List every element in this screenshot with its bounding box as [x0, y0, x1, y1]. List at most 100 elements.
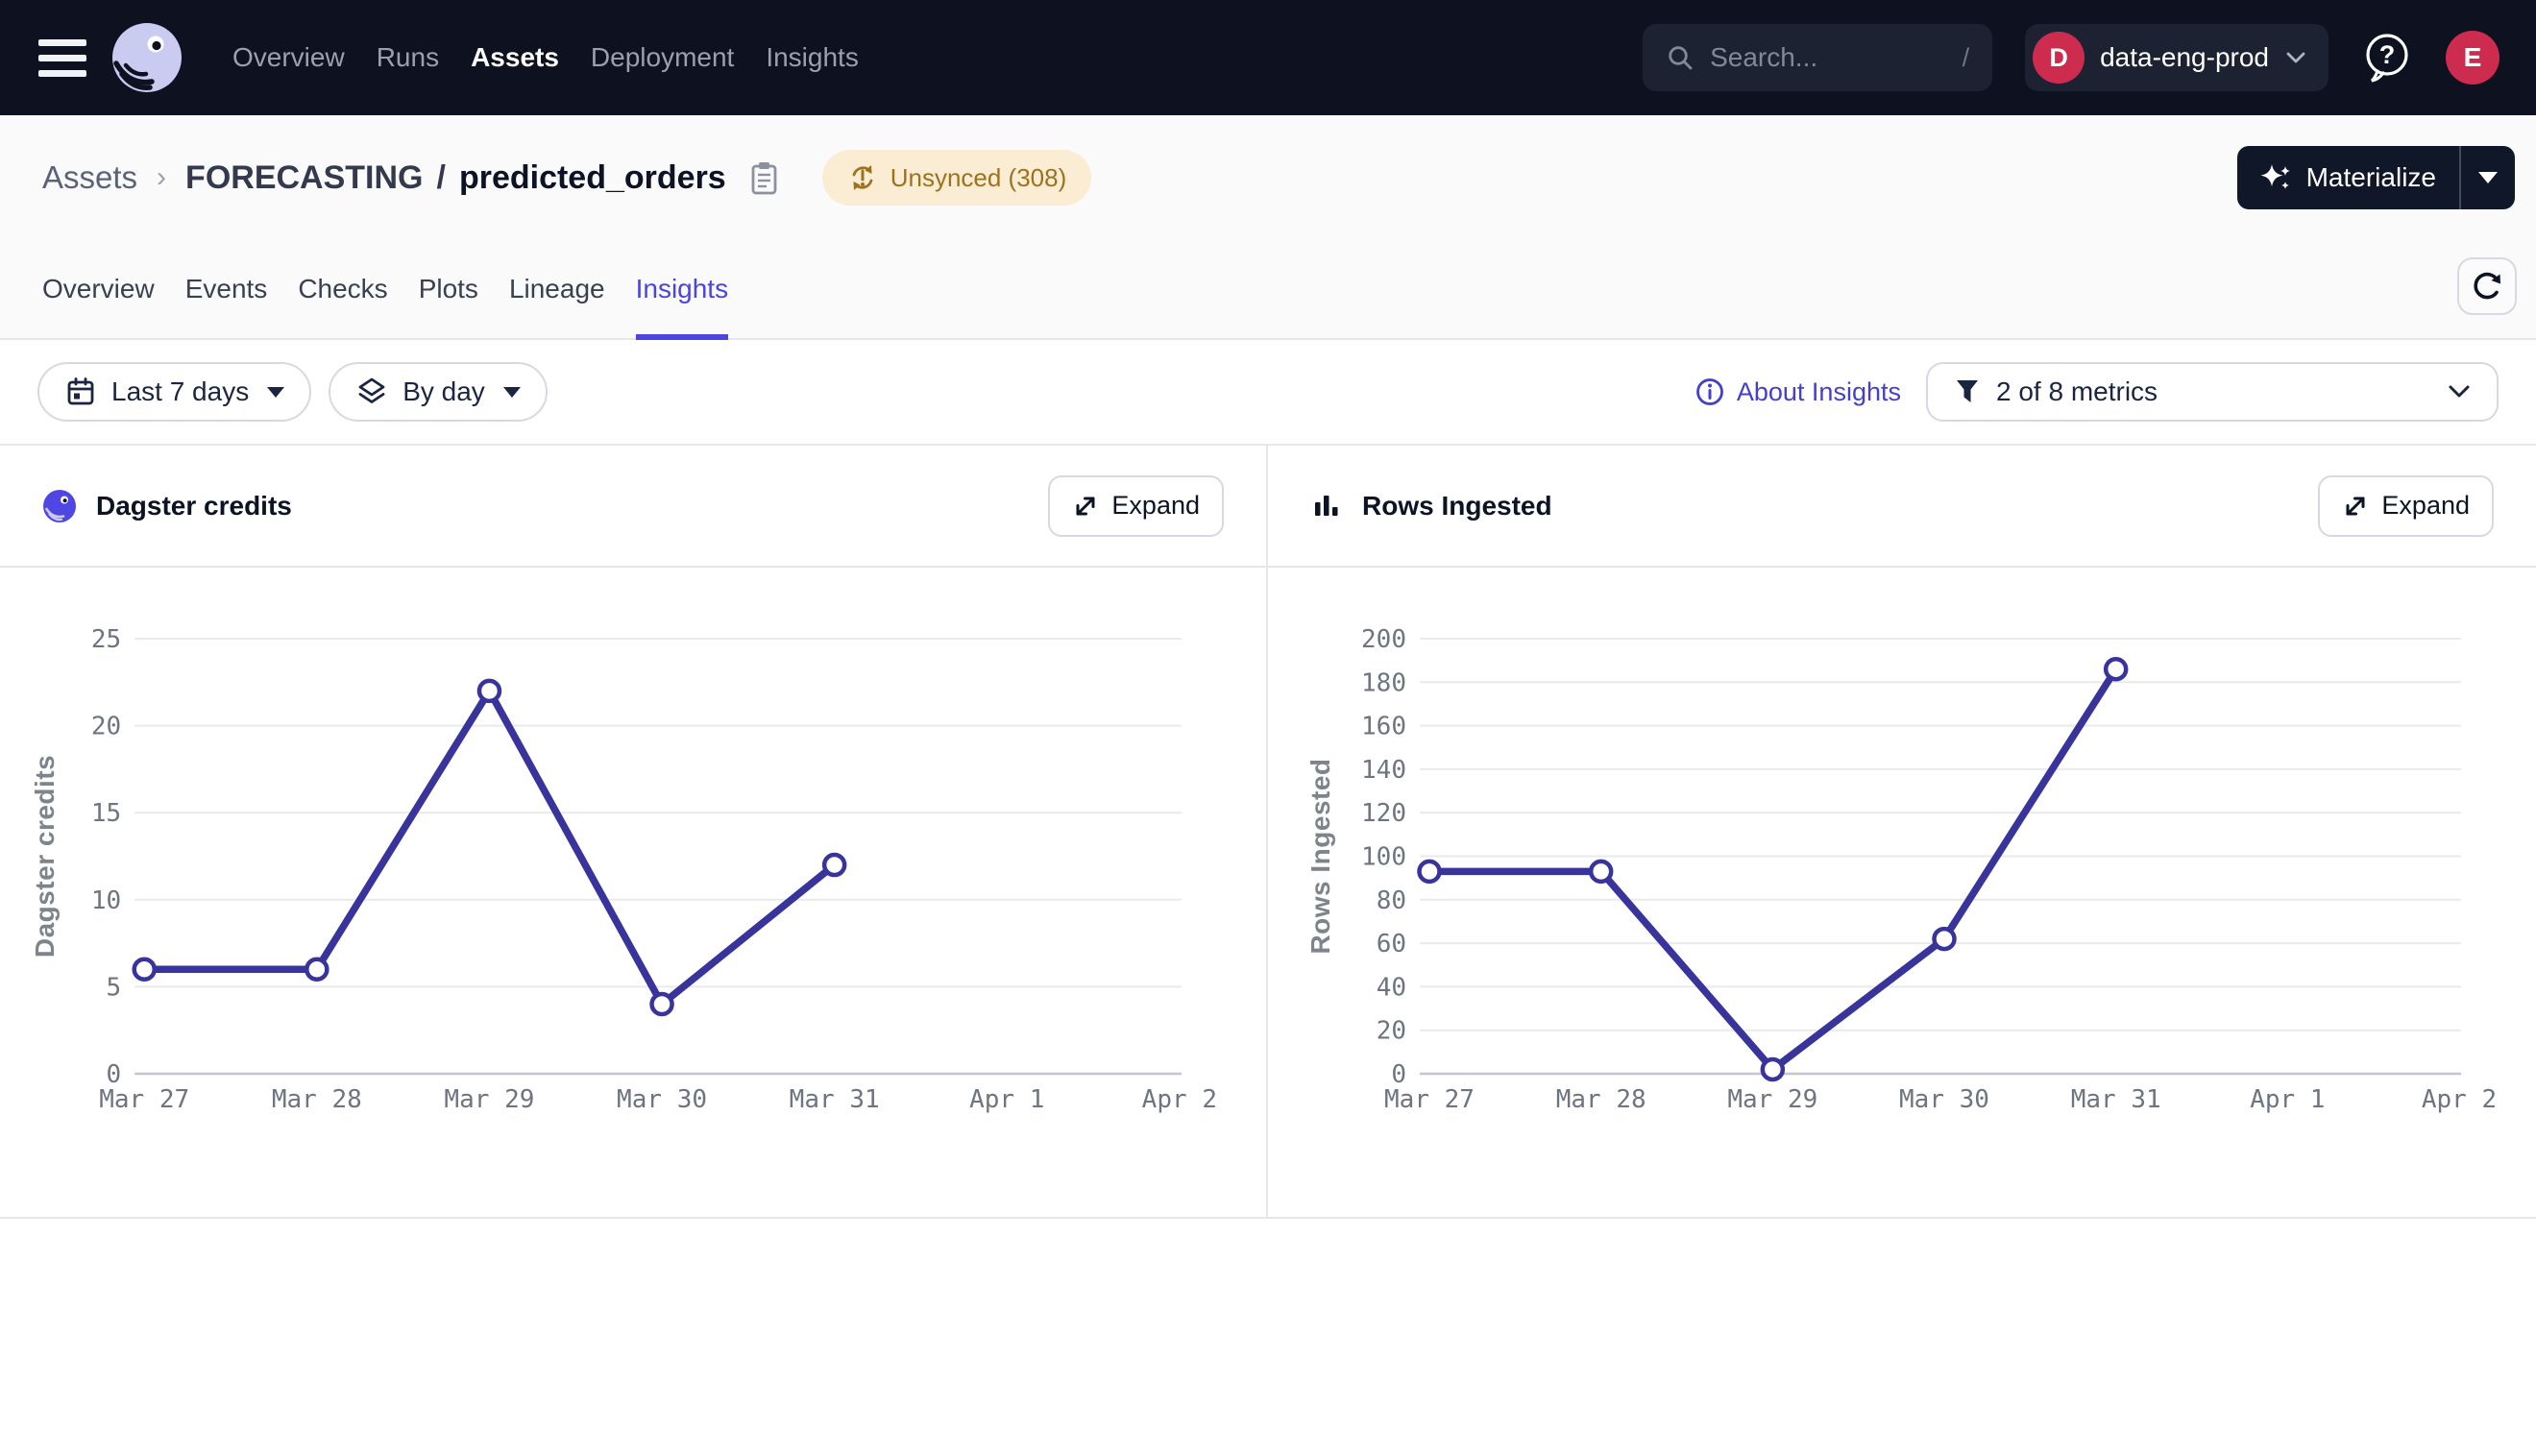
chart-panel-header: Rows Ingested Expand [1268, 446, 2536, 568]
chart-area: 0510152025Mar 27Mar 28Mar 29Mar 30Mar 31… [0, 568, 1266, 1217]
svg-text:Mar 28: Mar 28 [1556, 1085, 1646, 1114]
breadcrumb-divider: / [437, 159, 446, 197]
status-badge-label: Unsynced (308) [890, 163, 1067, 193]
time-range-label: Last 7 days [111, 376, 249, 407]
dagster-badge-icon [42, 489, 77, 523]
expand-label: Expand [2381, 491, 2470, 521]
svg-text:Mar 27: Mar 27 [1384, 1085, 1475, 1114]
svg-text:40: 40 [1377, 973, 1406, 1002]
svg-text:Mar 30: Mar 30 [1899, 1085, 1989, 1114]
about-insights-link[interactable]: About Insights [1695, 376, 1901, 407]
hamburger-icon[interactable] [38, 39, 86, 77]
svg-text:10: 10 [91, 886, 121, 915]
tab-events[interactable]: Events [185, 240, 268, 338]
svg-text:180: 180 [1361, 668, 1406, 697]
caret-down-icon [2478, 172, 2498, 183]
tab-lineage[interactable]: Lineage [509, 240, 605, 338]
svg-text:5: 5 [107, 973, 122, 1002]
expand-button[interactable]: Expand [1048, 475, 1224, 537]
breadcrumb-group-link[interactable]: FORECASTING [185, 159, 423, 197]
sparkles-icon [2258, 160, 2293, 195]
nav-right-group: Search... / D data-eng-prod ? E [1643, 24, 2499, 91]
tab-plots[interactable]: Plots [419, 240, 478, 338]
copy-asset-name-button[interactable] [747, 158, 780, 197]
materialize-split-button: Materialize [2237, 146, 2515, 209]
workspace-badge: D [2033, 32, 2085, 84]
svg-text:Apr 1: Apr 1 [969, 1085, 1044, 1114]
nav-item-assets[interactable]: Assets [471, 42, 559, 73]
svg-text:25: 25 [91, 625, 121, 654]
svg-text:Mar 29: Mar 29 [1727, 1085, 1817, 1114]
nav-item-runs[interactable]: Runs [377, 42, 439, 73]
expand-button[interactable]: Expand [2318, 475, 2494, 537]
materialize-dropdown-button[interactable] [2461, 146, 2515, 209]
tab-insights[interactable]: Insights [636, 240, 729, 338]
help-button[interactable]: ? [2361, 31, 2413, 85]
refresh-icon [2470, 269, 2504, 303]
workspace-switcher[interactable]: D data-eng-prod [2025, 24, 2329, 91]
expand-icon [2342, 493, 2369, 520]
svg-text:Mar 31: Mar 31 [790, 1085, 880, 1114]
chart-title: Dagster credits [96, 491, 292, 522]
about-insights-label: About Insights [1737, 377, 1901, 407]
breadcrumb-chevron-icon: › [157, 161, 166, 194]
granularity-label: By day [402, 376, 485, 407]
bar-chart-icon [1310, 490, 1343, 522]
time-range-filter[interactable]: Last 7 days [37, 362, 311, 422]
svg-text:20: 20 [91, 713, 121, 741]
caret-down-icon [267, 387, 284, 398]
user-avatar[interactable]: E [2446, 31, 2499, 85]
right-filter-group: About Insights 2 of 8 metrics [1695, 362, 2499, 422]
breadcrumb-assets-link[interactable]: Assets [42, 159, 137, 196]
svg-text:100: 100 [1361, 843, 1406, 872]
materialize-label: Materialize [2306, 162, 2436, 193]
tab-overview[interactable]: Overview [42, 240, 155, 338]
svg-text:20: 20 [1377, 1017, 1406, 1046]
search-input[interactable]: Search... / [1643, 24, 1992, 91]
svg-text:Mar 27: Mar 27 [99, 1085, 189, 1114]
line-chart-dagster-credits: 0510152025Mar 27Mar 28Mar 29Mar 30Mar 31… [0, 568, 1266, 1217]
search-shortcut: / [1963, 43, 1970, 73]
chart-area: 020406080100120140160180200Mar 27Mar 28M… [1268, 568, 2536, 1217]
nav-item-overview[interactable]: Overview [232, 42, 345, 73]
funnel-icon [1953, 376, 1982, 407]
asset-header-band: Assets › FORECASTING / predicted_orders [0, 115, 2536, 340]
top-nav-bar: Overview Runs Assets Deployment Insights Sea… [0, 0, 2536, 115]
info-icon [1695, 376, 1725, 407]
dagster-octopus-icon [110, 20, 184, 95]
chevron-down-icon [2284, 51, 2307, 65]
svg-text:120: 120 [1361, 799, 1406, 828]
clipboard-icon [747, 158, 780, 197]
svg-text:80: 80 [1377, 886, 1406, 915]
help-icon: ? [2361, 31, 2413, 85]
primary-nav: Overview Runs Assets Deployment Insights [232, 42, 859, 73]
svg-text:Apr 2: Apr 2 [2422, 1085, 2497, 1114]
calendar-icon [64, 376, 97, 408]
svg-text:140: 140 [1361, 756, 1406, 785]
dagster-logo[interactable] [110, 20, 184, 95]
chart-panel-rows-ingested: Rows Ingested Expand 0204060801001201401… [1266, 446, 2536, 1217]
svg-text:Mar 28: Mar 28 [272, 1085, 362, 1114]
sync-alert-icon [847, 162, 878, 193]
svg-text:Apr 2: Apr 2 [1142, 1085, 1217, 1114]
refresh-button[interactable] [2457, 257, 2517, 315]
nav-item-insights[interactable]: Insights [766, 42, 859, 73]
svg-text:200: 200 [1361, 625, 1406, 654]
metrics-filter-select[interactable]: 2 of 8 metrics [1926, 362, 2499, 422]
nav-item-deployment[interactable]: Deployment [591, 42, 734, 73]
svg-text:?: ? [2379, 40, 2396, 69]
insights-toolbar: Last 7 days By day About Insights [0, 340, 2536, 444]
svg-text:Mar 30: Mar 30 [617, 1085, 707, 1114]
left-filter-group: Last 7 days By day [37, 362, 548, 422]
caret-down-icon [503, 387, 521, 398]
chart-title: Rows Ingested [1362, 491, 1552, 522]
svg-text:Mar 31: Mar 31 [2071, 1085, 2161, 1114]
tab-checks[interactable]: Checks [298, 240, 387, 338]
svg-text:Rows Ingested: Rows Ingested [1305, 758, 1335, 954]
asset-tabs: Overview Events Checks Plots Lineage Insights [0, 240, 2536, 340]
granularity-filter[interactable]: By day [329, 362, 548, 422]
insights-charts-grid: Dagster credits Expand 0510152025Mar 27M… [0, 444, 2536, 1219]
materialize-button[interactable]: Materialize [2237, 146, 2459, 209]
status-badge[interactable]: Unsynced (308) [822, 150, 1092, 206]
svg-text:Apr 1: Apr 1 [2250, 1085, 2325, 1114]
